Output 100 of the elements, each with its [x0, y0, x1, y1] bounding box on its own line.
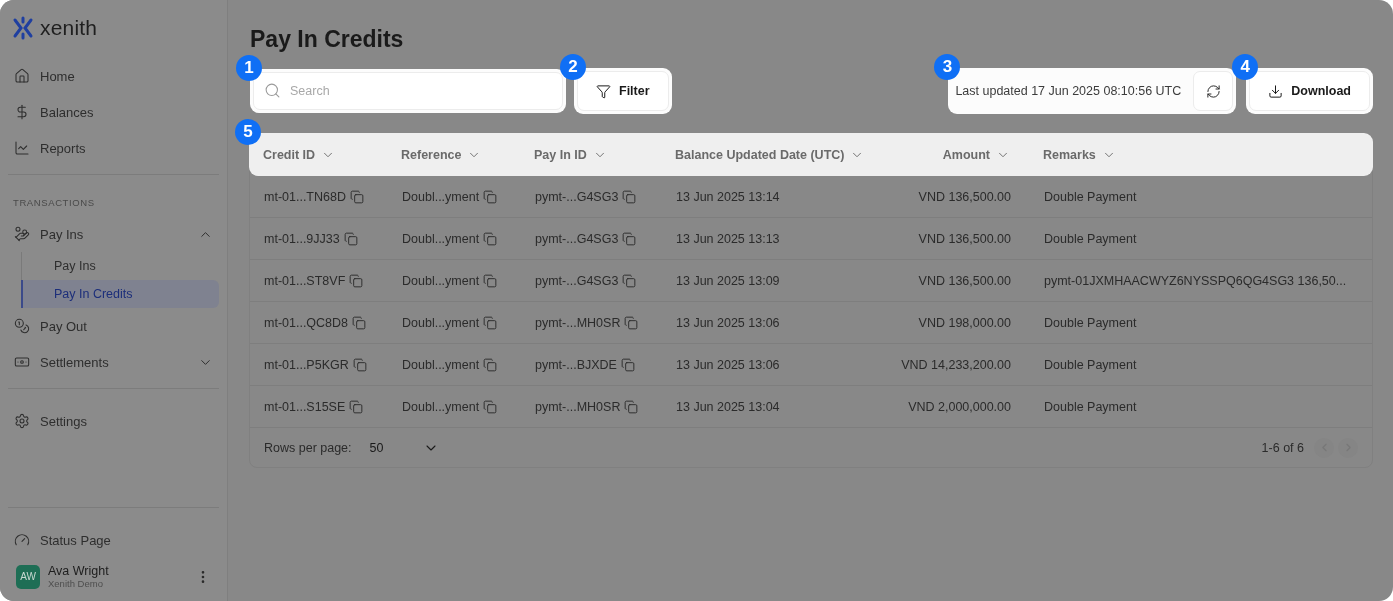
copy-icon — [352, 357, 367, 372]
nav-item[interactable]: Home — [8, 58, 219, 94]
nav-item[interactable]: Status Page — [8, 522, 219, 558]
copy-icon — [483, 231, 498, 246]
copy-button[interactable] — [349, 189, 364, 204]
table-cell: Doubl...yment — [402, 357, 480, 372]
gauge-icon — [14, 532, 30, 548]
nav-item[interactable]: Pay Out — [8, 308, 219, 344]
hand-coins-icon — [14, 226, 30, 242]
copy-icon — [343, 231, 358, 246]
logo-icon — [12, 16, 34, 40]
nav-subitem[interactable]: Pay Ins — [21, 252, 219, 280]
table-cell: 13 Jun 2025 13:09 — [676, 273, 780, 288]
copy-button[interactable] — [349, 273, 364, 288]
copy-button[interactable] — [622, 231, 637, 246]
copy-icon — [483, 189, 498, 204]
table-cell: VND 136,500.00 — [918, 231, 1011, 246]
settings-icon — [14, 413, 30, 429]
table-cell: Double Payment — [1044, 399, 1137, 414]
copy-button[interactable] — [624, 315, 639, 330]
copy-button[interactable] — [624, 399, 639, 414]
copy-button[interactable] — [343, 231, 358, 246]
table-cell: mt-01...TN68D — [264, 189, 346, 204]
table-cell: Double Payment — [1044, 315, 1137, 330]
copy-icon — [483, 399, 498, 414]
user-name: Ava Wright — [48, 564, 110, 578]
table-cell: 13 Jun 2025 13:06 — [676, 357, 780, 372]
line-chart-icon — [14, 140, 30, 156]
nav-item[interactable]: Pay Ins — [8, 216, 219, 252]
table-cell: 13 Jun 2025 13:13 — [676, 231, 780, 246]
table-cell: 13 Jun 2025 13:14 — [676, 189, 780, 204]
copy-icon — [483, 357, 498, 372]
copy-icon — [622, 231, 637, 246]
table-cell: Doubl...yment — [402, 315, 480, 330]
copy-button[interactable] — [483, 315, 498, 330]
dollar-icon — [14, 104, 30, 120]
nav-item[interactable]: Balances — [8, 94, 219, 130]
section-label: TRANSACTIONS — [12, 196, 96, 210]
table-cell: VND 198,000.00 — [918, 315, 1011, 330]
refresh-icon — [1205, 83, 1221, 99]
copy-button[interactable] — [483, 273, 498, 288]
table-cell: pymt-...BJXDE — [535, 357, 617, 372]
copy-button[interactable] — [483, 231, 498, 246]
last-updated-text: Last updated 17 Jun 2025 08:10:56 UTC — [954, 84, 1183, 98]
table-cell: VND 136,500.00 — [918, 189, 1011, 204]
column-header[interactable]: Remarks — [1010, 147, 1373, 162]
copy-button[interactable] — [352, 315, 367, 330]
copy-icon — [624, 399, 639, 414]
nav-subitem[interactable]: Pay In Credits — [21, 280, 219, 308]
table-cell: Doubl...yment — [402, 273, 480, 288]
copy-icon — [349, 399, 364, 414]
nav-item[interactable]: Settings — [8, 403, 219, 439]
table-cell: 13 Jun 2025 13:04 — [676, 399, 780, 414]
copy-button[interactable] — [483, 189, 498, 204]
step-badge: 3 — [934, 54, 961, 80]
column-header[interactable]: Credit ID — [263, 147, 401, 162]
table-cell: pymt-01JXMHAACWYZ6NYSSPQ6QG4SG3 136,50... — [1044, 273, 1347, 288]
copy-icon — [624, 315, 639, 330]
copy-button[interactable] — [352, 357, 367, 372]
search-icon — [264, 82, 281, 99]
table-cell: pymt-...G4SG3 — [535, 231, 619, 246]
table-cell: mt-01...9JJ33 — [264, 231, 340, 246]
column-header[interactable]: Reference — [401, 147, 534, 162]
copy-button[interactable] — [483, 357, 498, 372]
table-cell: pymt-...G4SG3 — [535, 189, 619, 204]
refresh-button[interactable] — [1193, 71, 1234, 111]
copy-button[interactable] — [622, 273, 637, 288]
nav-item[interactable]: Settlements — [8, 344, 219, 380]
copy-button[interactable] — [620, 357, 635, 372]
rows-per-page-select[interactable]: 50 — [369, 439, 440, 456]
copy-button[interactable] — [483, 399, 498, 414]
column-header[interactable]: Balance Updated Date (UTC) — [675, 147, 875, 162]
table-cell: Double Payment — [1044, 357, 1137, 372]
coins-icon — [14, 318, 30, 334]
table-cell: mt-01...ST8VF — [264, 273, 346, 288]
page-range: 1-6 of 6 — [1261, 440, 1304, 455]
copy-button[interactable] — [349, 399, 364, 414]
copy-icon — [622, 189, 637, 204]
step-badge: 1 — [236, 55, 262, 81]
banknote-icon — [14, 354, 30, 370]
copy-button[interactable] — [622, 189, 637, 204]
table-cell: 13 Jun 2025 13:06 — [676, 315, 780, 330]
search-field[interactable]: Search — [253, 72, 563, 110]
column-header[interactable]: Pay In ID — [534, 147, 675, 162]
table-cell: pymt-...MH0SR — [535, 315, 621, 330]
table-cell: pymt-...MH0SR — [535, 399, 621, 414]
table-cell: mt-01...P5KGR — [264, 357, 349, 372]
column-header[interactable]: Amount — [875, 147, 1010, 162]
copy-icon — [483, 315, 498, 330]
table-cell: VND 14,233,200.00 — [901, 357, 1011, 372]
copy-icon — [352, 315, 367, 330]
table-cell: VND 2,000,000.00 — [908, 399, 1011, 414]
table-cell: VND 136,500.00 — [918, 273, 1011, 288]
table-cell: Double Payment — [1044, 231, 1137, 246]
copy-icon — [483, 273, 498, 288]
table-cell: Doubl...yment — [402, 399, 480, 414]
download-button[interactable]: Download — [1249, 71, 1370, 111]
filter-button[interactable]: Filter — [577, 71, 669, 111]
nav-item[interactable]: Reports — [8, 130, 219, 166]
step-badge: 2 — [560, 54, 586, 80]
